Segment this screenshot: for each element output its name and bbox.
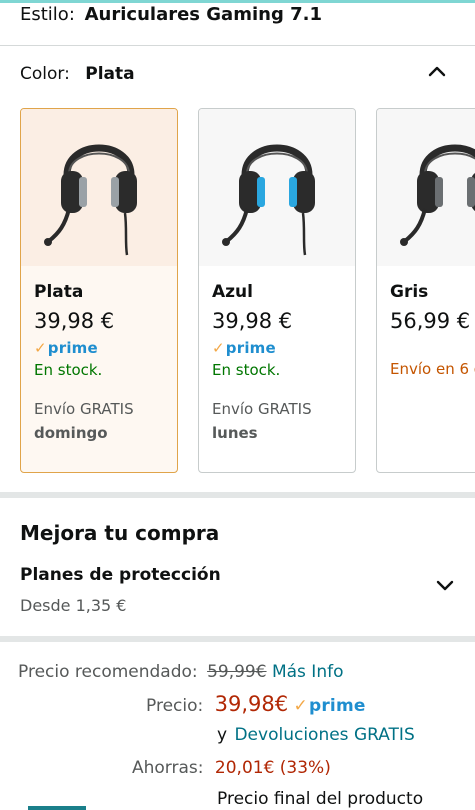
chevron-up-icon[interactable]	[426, 60, 448, 82]
returns-prefix: y	[217, 725, 228, 745]
divider	[0, 45, 475, 46]
recommended-price-value: 59,99€	[207, 662, 267, 682]
upgrade-heading: Mejora tu compra	[20, 521, 220, 545]
protection-plans-title[interactable]: Planes de protección	[20, 565, 221, 585]
more-info-link[interactable]: Más Info	[272, 662, 344, 682]
color-label: Color:	[20, 64, 70, 84]
protection-plans-price: Desde 1,35 €	[20, 596, 127, 615]
swatch-card-plata[interactable]: Plata 39,98 € ✓ prime En stock. Envío GRA…	[20, 108, 178, 473]
shipping-day: domingo	[34, 424, 108, 442]
swatch-name: Azul	[212, 282, 253, 302]
savings-row: Ahorras: 20,01€ (33%)	[132, 758, 331, 778]
price-row: Precio: 39,98€ ✓ prime	[146, 692, 366, 716]
color-value: Plata	[85, 64, 135, 84]
shipping-delay: Envío en 6 días.	[390, 360, 475, 378]
final-price-note: Precio final del producto	[217, 789, 424, 809]
headset-icon	[44, 144, 137, 256]
shipping-text: Envío GRATIS	[212, 400, 312, 418]
color-swatch-list: Plata 39,98 € ✓ prime En stock. Envío GRA…	[20, 108, 475, 474]
recommended-price-row: Precio recomendado: 59,99€ Más Info	[18, 662, 343, 682]
free-returns-link[interactable]: Devoluciones GRATIS	[234, 725, 414, 745]
stock-status: En stock.	[34, 361, 103, 379]
prime-check-icon: ✓	[34, 339, 47, 357]
headset-icon	[222, 144, 315, 256]
top-accent-bar	[0, 0, 475, 3]
swatch-price: 39,98 €	[212, 309, 293, 333]
style-selector: Estilo: Auriculares Gaming 7.1	[20, 4, 322, 25]
prime-badge: ✓ prime	[212, 339, 276, 357]
color-selector[interactable]: Color: Plata	[20, 64, 135, 84]
recommended-price-label: Precio recomendado:	[18, 662, 198, 682]
active-tab-indicator	[28, 806, 86, 810]
prime-check-icon: ✓	[212, 339, 225, 357]
shipping-day: lunes	[212, 424, 258, 442]
swatch-name: Gris	[390, 282, 429, 302]
price-label: Precio:	[146, 696, 204, 716]
prime-check-icon: ✓	[293, 696, 308, 716]
style-value: Auriculares Gaming 7.1	[84, 4, 322, 25]
headset-icon	[400, 144, 475, 246]
section-divider	[0, 492, 475, 498]
stock-status: En stock.	[212, 361, 281, 379]
swatch-name: Plata	[34, 282, 84, 302]
style-label: Estilo:	[20, 4, 75, 25]
price-value: 39,98€	[214, 692, 289, 716]
savings-label: Ahorras:	[132, 758, 204, 778]
returns-row: y Devoluciones GRATIS	[217, 725, 415, 745]
section-divider	[0, 636, 475, 642]
product-image	[377, 109, 475, 266]
prime-badge: ✓ prime	[34, 339, 98, 357]
swatch-price: 39,98 €	[34, 309, 115, 333]
swatch-price: 56,99 €	[390, 309, 471, 333]
prime-badge: ✓ prime	[293, 696, 366, 716]
swatch-card-azul[interactable]: Azul 39,98 € ✓ prime En stock. Envío GRAT…	[198, 108, 356, 473]
swatch-card-gris[interactable]: Gris 56,99 € Envío en 6 días.	[376, 108, 475, 473]
shipping-text: Envío GRATIS	[34, 400, 134, 418]
savings-value: 20,01€ (33%)	[214, 758, 331, 778]
chevron-down-icon[interactable]	[434, 574, 456, 596]
product-image	[21, 109, 177, 266]
product-image	[199, 109, 355, 266]
